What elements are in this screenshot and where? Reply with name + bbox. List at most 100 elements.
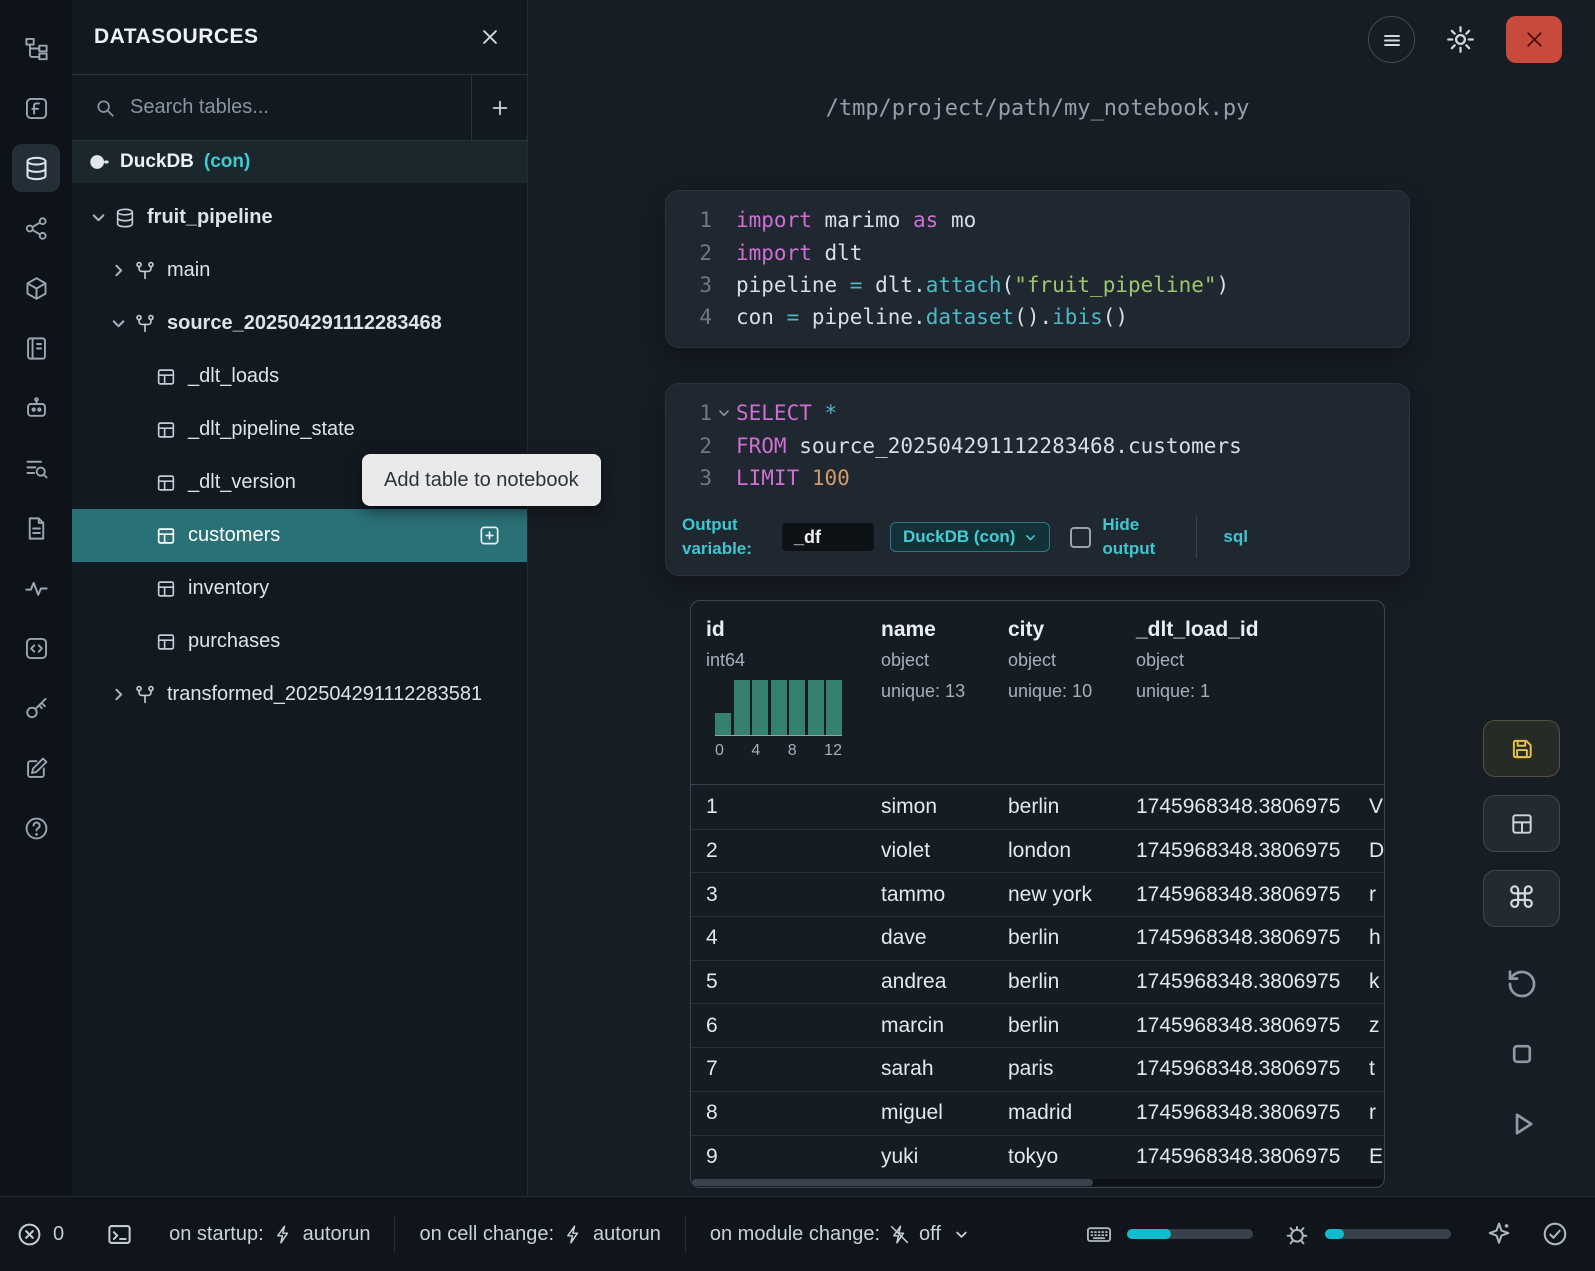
functions-icon[interactable]: [12, 84, 60, 132]
schema-icon: [134, 684, 156, 706]
code-cell-python[interactable]: 1import marimo as mo2import dlt3pipeline…: [665, 190, 1410, 348]
keyboard-slider[interactable]: [1127, 1229, 1253, 1239]
table-icon: [155, 472, 177, 494]
table-row[interactable]: 1simonberlin1745968348.3806975V: [691, 785, 1384, 829]
chevron-down-icon: [1024, 531, 1037, 544]
tree-item-fruit-pipeline[interactable]: fruit_pipeline: [72, 191, 527, 244]
file-tree-icon[interactable]: [12, 24, 60, 72]
panel-title: DATASOURCES: [94, 25, 259, 49]
chevron-down-icon: [954, 1227, 969, 1242]
close-app-button[interactable]: [1506, 16, 1562, 63]
chevron-right-icon: [110, 262, 127, 279]
stop-button[interactable]: [1494, 1026, 1550, 1082]
table-row[interactable]: 4daveberlin1745968348.3806975h: [691, 916, 1384, 960]
bolt-icon: [273, 1224, 294, 1245]
table-row[interactable]: 9yukitokyo1745968348.3806975E: [691, 1135, 1384, 1179]
tree-item-dlt-loads[interactable]: _dlt_loads: [72, 350, 527, 403]
database-icon: [114, 207, 136, 229]
table-row[interactable]: 8miguelmadrid1745968348.3806975r: [691, 1091, 1384, 1135]
chevron-down-icon: [110, 315, 127, 332]
tree-item-purchases[interactable]: purchases: [72, 615, 527, 668]
code-line: 1import marimo as mo: [676, 204, 1409, 236]
table-row[interactable]: 3tammonew york1745968348.3806975r: [691, 872, 1384, 916]
connected-status-button[interactable]: [1541, 1220, 1569, 1248]
on-module-change-setting[interactable]: on module change: off: [710, 1223, 969, 1246]
engine-select[interactable]: DuckDB (con): [890, 522, 1050, 552]
output-variable-input[interactable]: _df: [782, 523, 874, 551]
table-row[interactable]: 2violetlondon1745968348.3806975D: [691, 829, 1384, 873]
table-hscrollbar[interactable]: [692, 1179, 1383, 1186]
search-tables-input[interactable]: [130, 96, 471, 119]
divider: [394, 1215, 395, 1253]
tree-item-source-schema[interactable]: source_202504291112283468: [72, 297, 527, 350]
code-line: 3LIMIT 100: [676, 462, 1409, 494]
tracing-icon[interactable]: [12, 564, 60, 612]
secrets-icon[interactable]: [12, 684, 60, 732]
status-bar: 0 on startup: autorun on cell change: au…: [0, 1196, 1595, 1271]
tree-item-inventory[interactable]: inventory: [72, 562, 527, 615]
close-icon: [1523, 28, 1546, 51]
on-startup-setting[interactable]: on startup: autorun: [169, 1223, 370, 1246]
table-icon: [155, 631, 177, 653]
hide-output-label: Hide output: [1102, 513, 1176, 561]
save-icon: [1509, 736, 1535, 762]
sql-output-bar: Output variable: _df DuckDB (con) Hide o…: [666, 507, 1409, 575]
schema-icon: [134, 313, 156, 335]
table-row[interactable]: 5andreaberlin1745968348.3806975k: [691, 960, 1384, 1004]
add-table-to-notebook-button[interactable]: [478, 524, 501, 547]
datasources-panel: DATASOURCES DuckDB (con) fruit_pipeline …: [72, 0, 528, 1196]
datasources-icon[interactable]: [12, 144, 60, 192]
hide-output-checkbox[interactable]: [1070, 527, 1091, 548]
table-icon: [155, 525, 177, 547]
logs-icon[interactable]: [12, 444, 60, 492]
menu-button[interactable]: [1368, 16, 1415, 63]
check-circle-icon: [1541, 1220, 1569, 1248]
table-row[interactable]: 7sarahparis1745968348.3806975t: [691, 1047, 1384, 1091]
format-button[interactable]: [1485, 1220, 1513, 1248]
terminal-button[interactable]: [106, 1221, 133, 1248]
add-datasource-button[interactable]: [471, 75, 527, 141]
shortcuts-button[interactable]: ⌘: [1483, 870, 1560, 927]
snippets-icon[interactable]: [12, 624, 60, 672]
column-header-id: id int64 04812: [691, 601, 866, 784]
tree-item-main[interactable]: main: [72, 244, 527, 297]
id-histogram: 04812: [715, 680, 842, 760]
language-badge: sql: [1223, 527, 1248, 547]
connection-header[interactable]: DuckDB (con): [72, 141, 527, 183]
table-row[interactable]: 6marcinberlin1745968348.3806975z: [691, 1003, 1384, 1047]
python-code: 1import marimo as mo2import dlt3pipeline…: [676, 204, 1409, 334]
documentation-icon[interactable]: [12, 504, 60, 552]
chevron-right-icon: [110, 686, 127, 703]
code-line: 2FROM source_202504291112283468.customer…: [676, 429, 1409, 461]
error-count-button[interactable]: 0: [16, 1221, 64, 1248]
column-header-truncated: [1357, 601, 1385, 784]
terminal-icon: [106, 1221, 133, 1248]
dependencies-icon[interactable]: [12, 204, 60, 252]
table-header: id int64 04812 name object unique: 13 ci…: [691, 601, 1384, 785]
activity-bar: [0, 0, 72, 1196]
table-icon: [155, 419, 177, 441]
help-icon[interactable]: [12, 804, 60, 852]
scratchpad-icon[interactable]: [12, 744, 60, 792]
save-button[interactable]: [1483, 720, 1560, 777]
on-cell-change-setting[interactable]: on cell change: autorun: [419, 1223, 660, 1246]
packages-icon[interactable]: [12, 264, 60, 312]
debug-slider[interactable]: [1325, 1229, 1451, 1239]
tree-item-dlt-pipeline-state[interactable]: _dlt_pipeline_state: [72, 403, 527, 456]
sparkle-icon: [1485, 1220, 1513, 1248]
close-panel-button[interactable]: [479, 26, 501, 48]
tree-item-transformed-schema[interactable]: transformed_202504291112283581: [72, 668, 527, 721]
notebook-icon[interactable]: [12, 324, 60, 372]
datasource-tree: fruit_pipeline main source_2025042911122…: [72, 183, 527, 721]
run-button[interactable]: [1494, 1096, 1550, 1152]
assistant-icon[interactable]: [12, 384, 60, 432]
settings-button[interactable]: [1437, 16, 1484, 63]
chevron-down-icon: [90, 209, 107, 226]
code-line: 3pipeline = dlt.attach("fruit_pipeline"): [676, 269, 1409, 301]
error-circle-icon: [16, 1221, 43, 1248]
tree-item-customers[interactable]: customers: [72, 509, 527, 562]
code-cell-sql[interactable]: 1SELECT *2FROM source_202504291112283468…: [665, 383, 1410, 576]
undo-icon: [1505, 967, 1539, 1001]
layout-button[interactable]: [1483, 795, 1560, 852]
undo-button[interactable]: [1494, 956, 1550, 1012]
